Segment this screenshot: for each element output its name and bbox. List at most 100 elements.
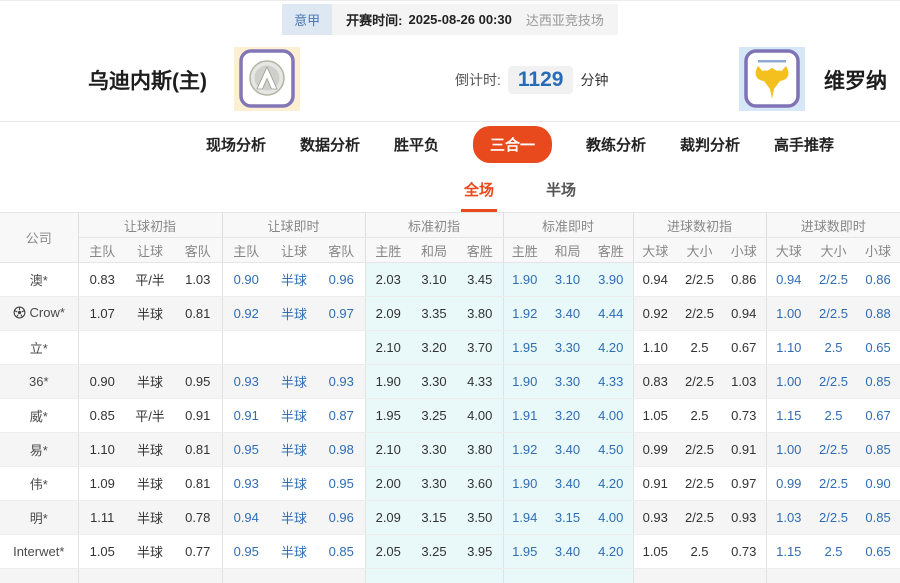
table-row: 36* 0.90 半球 0.95 0.93 半球 0.93 1.90 3.30 4.33 1.90 3… [0, 364, 900, 399]
odds-cell: 3.40 [546, 534, 589, 569]
odds-cell [126, 330, 174, 365]
column-header: 客胜 [589, 237, 633, 263]
odds-cell: 1.90 [502, 364, 546, 399]
odds-cell: 3.90 [589, 262, 633, 297]
table-row: 伟* 1.09 半球 0.81 0.93 半球 0.95 2.00 3.30 3.60 1.90 3.… [0, 466, 900, 501]
nav-tab[interactable]: 现场分析 [206, 134, 266, 155]
odds-cell: 3.30 [546, 364, 589, 399]
odds-cell: 1.92 [502, 296, 546, 331]
odds-cell: 1.91 [502, 398, 546, 433]
odds-cell: 3.10 [411, 262, 457, 297]
odds-cell [318, 330, 365, 365]
company-cell[interactable]: Interwet* [0, 534, 79, 569]
nav-tab[interactable]: 教练分析 [586, 134, 646, 155]
nav-tab[interactable]: 裁判分析 [680, 134, 740, 155]
odds-cell [174, 568, 222, 583]
odds-cell: 0.65 [856, 534, 900, 569]
odds-cell: 3.20 [546, 398, 589, 433]
odds-cell [126, 568, 174, 583]
company-cell[interactable]: 伟* [0, 466, 79, 501]
odds-cell: 0.93 [221, 466, 270, 501]
company-label: 易* [29, 443, 48, 458]
column-header: 小球 [722, 237, 767, 263]
odds-cell: 1.05 [632, 398, 677, 433]
company-cell[interactable]: 明* [0, 500, 79, 535]
company-label: 36* [28, 374, 49, 389]
odds-cell: 1.90 [502, 466, 546, 501]
subtab[interactable]: 半场 [543, 171, 579, 212]
odds-cell: 0.78 [174, 500, 222, 535]
column-header: 客胜 [457, 237, 503, 263]
company-cell[interactable]: 威* [0, 398, 79, 433]
company-cell[interactable]: 易* [0, 432, 79, 467]
odds-cell [77, 568, 126, 583]
odds-cell: 半球 [126, 466, 174, 501]
column-header: 大球 [632, 237, 677, 263]
odds-cell: 0.73 [722, 534, 767, 569]
odds-cell: 0.85 [856, 500, 900, 535]
kickoff-label: 开赛时间: [346, 13, 403, 28]
odds-cell: 3.15 [411, 500, 457, 535]
column-header: 和局 [546, 237, 589, 263]
odds-cell: 0.90 [221, 262, 270, 297]
odds-cell [221, 330, 270, 365]
odds-cell: 半球 [126, 296, 174, 331]
odds-cell: 0.65 [856, 330, 900, 365]
odds-cell: 0.81 [174, 432, 222, 467]
odds-cell: 0.83 [632, 364, 677, 399]
odds-cell: 0.86 [722, 262, 767, 297]
company-cell[interactable]: 澳* [0, 262, 79, 297]
countdown-value: 1129 [507, 65, 574, 94]
odds-cell: 0.99 [632, 432, 677, 467]
odds-cell: 3.20 [411, 330, 457, 365]
odds-cell: 2.09 [364, 500, 411, 535]
odds-cell: 3.95 [457, 534, 503, 569]
odds-cell: 2/2.5 [677, 262, 722, 297]
venue: 达西亚竞技场 [525, 13, 604, 28]
odds-cell: 3.80 [457, 296, 503, 331]
table-row: 易* 1.10 半球 0.81 0.95 半球 0.98 2.10 3.30 3.80 1.92 3.… [0, 432, 900, 467]
odds-cell: 2/2.5 [811, 296, 857, 331]
odds-cell: 4.20 [589, 466, 633, 501]
soccer-ball-icon [13, 306, 26, 322]
company-cell[interactable]: 36* [0, 364, 79, 399]
top-info-bar: 意甲 开赛时间: 2025-08-26 00:30 达西亚竞技场 [0, 0, 900, 38]
odds-cell: 0.88 [856, 296, 900, 331]
odds-cell: 0.95 [221, 432, 270, 467]
nav-tab[interactable]: 数据分析 [300, 134, 360, 155]
nav-tab[interactable]: 三合一 [472, 126, 552, 163]
group-header: 让球初指 [77, 212, 222, 238]
odds-cell: 3.45 [457, 262, 503, 297]
odds-cell: 2.5 [811, 534, 857, 569]
odds-cell: 0.98 [318, 432, 365, 467]
nav-tab[interactable]: 高手推荐 [774, 134, 834, 155]
odds-cell: 1.95 [502, 330, 546, 365]
odds-cell: 2/2.5 [811, 432, 857, 467]
nav-tab[interactable]: 胜平负 [394, 134, 439, 155]
odds-cell: 半球 [126, 432, 174, 467]
odds-cell: 1.05 [632, 534, 677, 569]
odds-cell [589, 568, 633, 583]
company-column-header: 公司 [0, 212, 79, 263]
odds-cell: 0.91 [174, 398, 222, 433]
column-header: 大球 [765, 237, 812, 263]
odds-cell: 半球 [126, 500, 174, 535]
column-header: 客队 [318, 237, 365, 263]
company-cell[interactable]: 立* [0, 330, 79, 365]
subtab[interactable]: 全场 [460, 171, 497, 212]
odds-cell: 0.93 [318, 364, 365, 399]
column-header: 让球 [126, 237, 174, 263]
company-cell [0, 568, 79, 583]
table-row: 澳* 0.83 平/半 1.03 0.90 半球 0.96 2.03 3.10 3.45 1.90 3… [0, 262, 900, 297]
odds-cell [546, 568, 589, 583]
odds-cell: 1.10 [765, 330, 812, 365]
odds-cell: 3.80 [457, 432, 503, 467]
odds-cell [722, 568, 767, 583]
odds-cell: 2.5 [677, 330, 722, 365]
odds-cell: 0.94 [722, 296, 767, 331]
odds-cell: 3.40 [546, 296, 589, 331]
company-label: Interwet* [13, 544, 65, 559]
table-row [0, 568, 900, 583]
company-cell[interactable]: Crow* [0, 296, 79, 331]
odds-table-body: 澳* 0.83 平/半 1.03 0.90 半球 0.96 2.03 3.10 3.45 1.90 3… [0, 262, 900, 583]
